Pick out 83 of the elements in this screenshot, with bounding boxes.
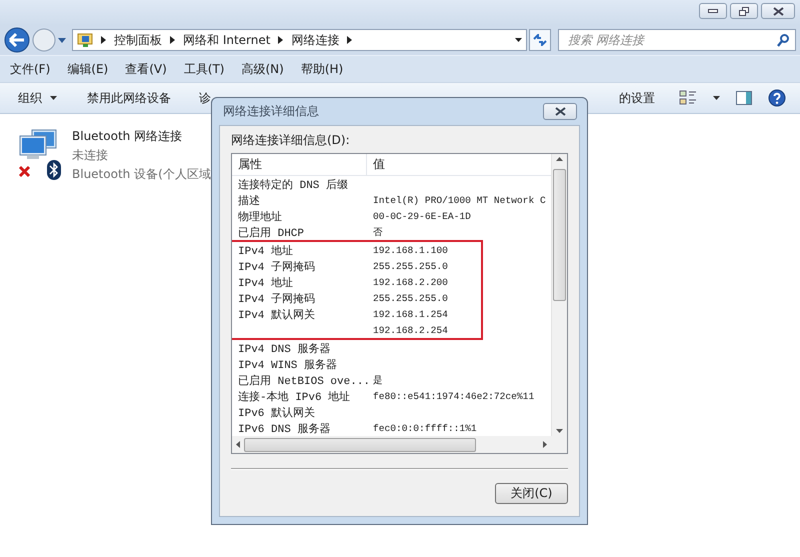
scroll-left-icon[interactable]: [236, 441, 240, 448]
minimize-icon: [708, 9, 718, 13]
scroll-up-icon[interactable]: [556, 157, 563, 161]
toolbar-button[interactable]: 禁用此网络设备: [87, 90, 171, 106]
value-cell-text: Intel(R) PRO/1000 MT Network C: [372, 194, 546, 206]
value-cell-text: 否: [372, 226, 383, 238]
value-cell-text: 00-0C-29-6E-EA-1D: [372, 210, 471, 222]
horizontal-scrollbar[interactable]: [232, 436, 551, 453]
property-cell-text: IPv4 WINS 服务器: [237, 358, 338, 372]
property-cell-text: IPv4 子网掩码: [237, 292, 316, 306]
scroll-right-icon[interactable]: [543, 441, 547, 448]
dropdown-icon[interactable]: [515, 38, 522, 42]
property-cell-text: 已启用 DHCP: [237, 226, 306, 240]
property-cell-text: 连接特定的 DNS 后缀: [237, 178, 350, 192]
breadcrumb-item[interactable]: 控制面板: [114, 32, 162, 48]
menu-item[interactable]: 帮助(H): [300, 60, 344, 78]
address-bar[interactable]: 控制面板 网络和 Internet 网络连接: [72, 29, 527, 51]
value-cell-text: 192.168.2.254: [372, 324, 448, 336]
close-icon: [772, 6, 784, 16]
property-cell-text: IPv4 DNS 服务器: [237, 342, 332, 356]
menu-item[interactable]: 编辑(E): [67, 60, 108, 78]
help-icon[interactable]: [768, 89, 786, 107]
chevron-icon[interactable]: [278, 36, 284, 44]
close-button[interactable]: [761, 3, 795, 19]
restore-icon: [739, 6, 749, 16]
device-name: Bluetooth 设备(个人区域: [72, 166, 211, 183]
close-dialog-button[interactable]: 关闭(C): [495, 483, 568, 504]
vertical-scrollbar[interactable]: [551, 154, 567, 436]
back-button[interactable]: [4, 27, 30, 53]
property-cell-text: IPv6 默认网关: [237, 406, 316, 420]
value-cell-text: 255.255.255.0: [372, 292, 448, 304]
value-cell-text: 255.255.255.0: [372, 260, 448, 272]
menu-item[interactable]: 查看(V): [125, 60, 167, 78]
details-label: 网络连接详细信息(D):: [231, 132, 351, 149]
connection-status: 未连接: [72, 147, 109, 164]
property-cell-text: 描述: [237, 194, 261, 208]
bluetooth-icon: [47, 160, 61, 180]
history-dropdown-icon[interactable]: [58, 38, 66, 42]
caret-icon: [50, 96, 57, 100]
restore-button[interactable]: [730, 3, 758, 19]
menu-item[interactable]: 工具(T): [184, 60, 224, 78]
search-field[interactable]: 搜索 网络连接: [558, 29, 796, 51]
menu-item[interactable]: 高级(N): [242, 60, 284, 78]
preview-pane-icon[interactable]: [736, 91, 752, 105]
caret-icon[interactable]: [713, 96, 720, 100]
value-cell-text: 192.168.2.200: [372, 276, 448, 288]
search-icon: [777, 34, 789, 46]
value-cell-text: fe80::e541:1974:46e2:72ce%11: [372, 390, 534, 402]
minimize-button[interactable]: [699, 3, 727, 19]
menu-item[interactable]: 文件(F): [10, 60, 50, 78]
property-cell-text: IPv4 默认网关: [237, 308, 316, 322]
property-cell-text: 连接-本地 IPv6 地址: [237, 390, 352, 404]
network-folder-icon: [77, 32, 93, 48]
column-header[interactable]: 值: [367, 154, 385, 175]
property-cell-text: 已启用 NetBIOS ove...: [237, 374, 367, 388]
chevron-icon[interactable]: [170, 36, 175, 44]
toolbar-button[interactable]: 组织: [18, 90, 57, 106]
chevron-icon[interactable]: [101, 36, 106, 44]
connection-name[interactable]: Bluetooth 网络连接: [72, 128, 211, 145]
property-cell-text: IPv4 地址: [237, 244, 294, 258]
toolbar-button[interactable]: 诊: [199, 90, 211, 106]
breadcrumb-item[interactable]: 网络和 Internet: [183, 32, 270, 48]
refresh-arrows-icon: [533, 34, 547, 46]
scroll-thumb[interactable]: [553, 169, 566, 301]
breadcrumb-item[interactable]: 网络连接: [291, 32, 340, 48]
refresh-button[interactable]: [529, 29, 551, 51]
column-header[interactable]: 属性: [232, 154, 367, 175]
toolbar-button[interactable]: 的设置: [619, 90, 655, 106]
dialog-title: 网络连接详细信息: [222, 103, 319, 120]
value-cell-text: 192.168.1.254: [372, 308, 448, 320]
scroll-thumb[interactable]: [244, 438, 476, 452]
chevron-icon[interactable]: [347, 36, 352, 44]
dialog-close-button[interactable]: [543, 103, 577, 120]
property-cell-text: IPv6 DNS 服务器: [237, 422, 332, 436]
close-icon: [554, 107, 566, 116]
property-cell-text: IPv4 地址: [237, 276, 294, 290]
scroll-down-icon[interactable]: [556, 429, 563, 433]
view-options-icon[interactable]: [679, 90, 697, 106]
property-cell-text: 物理地址: [237, 210, 283, 224]
value-cell-text: 是: [372, 374, 383, 386]
value-cell-text: 192.168.1.100: [372, 244, 448, 256]
property-cell-text: IPv4 子网掩码: [237, 260, 316, 274]
value-cell-text: fec0:0:0:ffff::1%1: [372, 422, 477, 434]
